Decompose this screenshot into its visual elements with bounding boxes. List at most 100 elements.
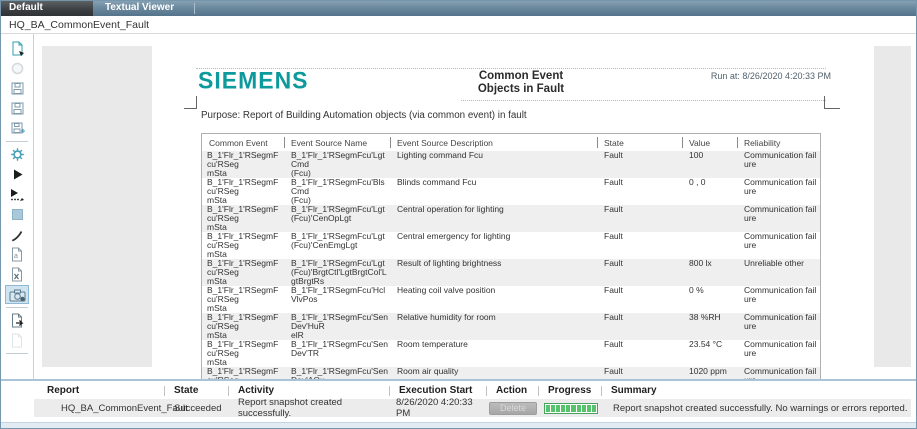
table-cell: B_1'Flr_1'RSegmFcu'RSeg mSta <box>202 340 284 367</box>
column-header-label: Value <box>689 138 710 148</box>
table-cell <box>682 232 737 259</box>
table-cell: Fault <box>597 286 682 313</box>
table-cell: Fault <box>597 313 682 340</box>
table-cell: Communication failure <box>737 286 820 313</box>
table-cell: B_1'Flr_1'RSegmFcu'RSeg mSta <box>202 313 284 340</box>
table-cell: B_1'Flr_1'RSegmFcu'LgtCmd (Fcu) <box>284 151 390 178</box>
report-title: Common Event Objects in Fault <box>431 70 611 96</box>
status-column-label: Report <box>47 385 79 396</box>
table-row: B_1'Flr_1'RSegmFcu'RSeg mStaB_1'Flr_1'RS… <box>202 259 820 286</box>
save-as-icon[interactable] <box>5 99 29 118</box>
table-cell: Fault <box>597 259 682 286</box>
table-cell: Room temperature <box>390 340 597 367</box>
table-cell: Communication failure <box>737 313 820 340</box>
status-column-header: Progress <box>538 382 601 399</box>
progress-bar <box>544 403 598 414</box>
table-cell: B_1'Flr_1'RSegmFcu'Lgt (Fcu)'CenEmgLgt <box>284 232 390 259</box>
column-separator <box>390 137 391 148</box>
progress-segment <box>566 405 570 412</box>
status-row[interactable]: HQ_BA_CommonEvent_FaultSucceededReport s… <box>34 399 911 417</box>
table-cell: B_1'Flr_1'RSegmFcu'RSeg mSta <box>202 232 284 259</box>
svg-text:a: a <box>14 253 18 260</box>
progress-segment <box>571 405 575 412</box>
table-cell: Unreliable other <box>737 259 820 286</box>
window-bottom-strip <box>1 422 916 429</box>
table-cell: B_1'Flr_1'RSegmFcu'RSeg mSta <box>202 367 284 379</box>
table-cell: Communication failure <box>737 151 820 178</box>
table-cell: B_1'Flr_1'RSegmFcu'HclVlvPos <box>284 286 390 313</box>
page-corner-mark-right <box>824 96 840 109</box>
page-margin-guide-bottom <box>461 100 826 101</box>
status-column-label: Progress <box>548 385 591 396</box>
column-header: State <box>597 134 682 151</box>
table-row: B_1'Flr_1'RSegmFcu'RSeg mStaB_1'Flr_1'RS… <box>202 340 820 367</box>
table-cell: Lighting command Fcu <box>390 151 597 178</box>
status-summary: Report snapshot created successfully. No… <box>601 399 911 417</box>
breadcrumb: HQ_BA_CommonEvent_Fault <box>9 19 149 31</box>
table-row: B_1'Flr_1'RSegmFcu'RSeg mStaB_1'Flr_1'RS… <box>202 313 820 340</box>
table-cell: 1020 ppm <box>682 367 737 379</box>
breadcrumb-row: HQ_BA_CommonEvent_Fault <box>1 16 916 34</box>
settings-icon[interactable] <box>5 145 29 164</box>
view-tab-bar: Default Textual Viewer <box>1 1 916 16</box>
table-cell <box>682 205 737 232</box>
delete-button[interactable]: Delete <box>489 402 537 415</box>
table-cell: Fault <box>597 367 682 379</box>
run-timestamp: Run at: 8/26/2020 4:20:33 PM <box>691 71 831 81</box>
table-cell: Fault <box>597 232 682 259</box>
table-cell: B_1'Flr_1'RSegmFcu'RSeg mSta <box>202 178 284 205</box>
column-separator <box>389 386 390 396</box>
column-separator <box>682 137 683 148</box>
table-cell: Communication failure <box>737 232 820 259</box>
new-from-template-icon[interactable] <box>5 331 29 350</box>
tab-textual-viewer[interactable]: Textual Viewer <box>93 1 194 16</box>
status-activity: Report snapshot created successfully. <box>228 399 389 417</box>
run-with-options-icon[interactable] <box>5 185 29 204</box>
column-header: Common Event <box>202 134 284 151</box>
report-preview-area: SIEMENS Common Event Objects in Fault Ru… <box>35 34 911 379</box>
tab-default[interactable]: Default <box>1 1 93 16</box>
export-excel-icon[interactable] <box>5 265 29 284</box>
table-row: B_1'Flr_1'RSegmFcu'RSeg mStaB_1'Flr_1'RS… <box>202 232 820 259</box>
export-pdf-icon[interactable]: a <box>5 245 29 264</box>
run-icon[interactable] <box>5 165 29 184</box>
table-row: B_1'Flr_1'RSegmFcu'RSeg mStaB_1'Flr_1'RS… <box>202 286 820 313</box>
status-column-header: State <box>164 382 228 399</box>
save-icon[interactable] <box>5 79 29 98</box>
snapshot-icon[interactable] <box>5 285 29 304</box>
send-report-icon[interactable] <box>5 311 29 330</box>
new-report-icon[interactable] <box>5 39 29 58</box>
column-header: Reliability <box>737 134 820 151</box>
report-viewer-window: Default Textual Viewer HQ_BA_CommonEvent… <box>0 0 917 429</box>
sign-icon[interactable] <box>5 225 29 244</box>
status-state: Succeeded <box>164 399 228 417</box>
table-row: B_1'Flr_1'RSegmFcu'RSeg mStaB_1'Flr_1'RS… <box>202 178 820 205</box>
status-column-label: State <box>174 385 198 396</box>
report-toolbar: a <box>1 34 34 379</box>
table-row: B_1'Flr_1'RSegmFcu'RSeg mStaB_1'Flr_1'RS… <box>202 367 820 379</box>
column-separator <box>228 386 229 396</box>
report-purpose: Purpose: Report of Building Automation o… <box>201 110 527 121</box>
save-all-icon[interactable] <box>5 119 29 138</box>
table-cell: 100 <box>682 151 737 178</box>
toolbar-divider <box>6 307 28 308</box>
status-column-header: Summary <box>601 382 911 399</box>
column-separator <box>164 386 165 396</box>
status-column-label: Execution Start <box>399 385 472 396</box>
progress-segment <box>551 405 555 412</box>
tab-separator <box>194 3 195 14</box>
progress-segment <box>587 405 591 412</box>
status-action: Delete <box>486 399 538 417</box>
stop-icon[interactable] <box>5 205 29 224</box>
column-separator <box>486 386 487 396</box>
status-state-label: Succeeded <box>164 403 222 414</box>
status-column-header: Action <box>486 382 538 399</box>
table-cell: Blinds command Fcu <box>390 178 597 205</box>
table-row: B_1'Flr_1'RSegmFcu'RSeg mStaB_1'Flr_1'RS… <box>202 151 820 178</box>
refresh-icon[interactable] <box>5 59 29 78</box>
table-cell: Result of lighting brightness <box>390 259 597 286</box>
table-cell: B_1'Flr_1'RSegmFcu'RSeg mSta <box>202 205 284 232</box>
table-cell: B_1'Flr_1'RSegmFcu'SenDev'AQu alR <box>284 367 390 379</box>
table-cell: Room air quality <box>390 367 597 379</box>
table-cell: B_1'Flr_1'RSegmFcu'SenDev'TR <box>284 340 390 367</box>
